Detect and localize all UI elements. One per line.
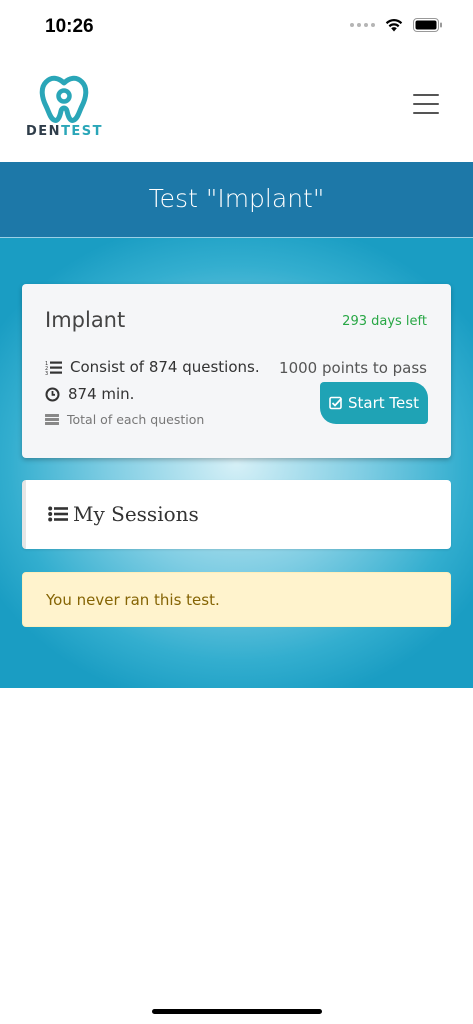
wifi-icon	[385, 18, 403, 32]
questions-row: 1 2 3 Consist of 874 questions.	[45, 358, 260, 376]
status-icons	[350, 18, 443, 32]
my-sessions-label: My Sessions	[73, 502, 199, 526]
test-name: Implant	[45, 308, 126, 332]
svg-text:3: 3	[45, 371, 48, 375]
my-sessions-card[interactable]: My Sessions	[22, 480, 451, 549]
total-text: Total of each question	[67, 412, 205, 427]
logo-text: DENTEST	[26, 124, 104, 139]
status-bar: 10:26	[0, 0, 473, 54]
hamburger-icon	[413, 94, 439, 96]
days-left-badge: 293 days left	[342, 314, 427, 329]
content-area: Implant 293 days left 1 2 3 Consist of 8…	[0, 238, 473, 688]
questions-text: Consist of 874 questions.	[70, 358, 260, 376]
start-test-button[interactable]: Start Test	[320, 382, 428, 424]
clock-icon	[45, 387, 60, 401]
never-ran-alert: You never ran this test.	[22, 572, 451, 627]
check-square-icon	[329, 396, 343, 410]
ordered-list-icon: 1 2 3	[45, 361, 62, 375]
duration-text: 874 min.	[68, 385, 135, 403]
home-indicator[interactable]	[152, 1009, 322, 1014]
battery-icon	[413, 18, 442, 32]
page-title: Test "Implant"	[148, 184, 325, 213]
hamburger-menu-button[interactable]	[413, 94, 439, 118]
server-icon	[45, 414, 59, 425]
list-icon	[48, 506, 68, 522]
signal-icon	[350, 23, 375, 27]
title-bar: Test "Implant"	[0, 162, 473, 238]
start-test-label: Start Test	[348, 394, 419, 412]
duration-row: 874 min.	[45, 385, 134, 403]
app-header: DENTEST	[0, 54, 473, 162]
alert-message: You never ran this test.	[46, 591, 220, 609]
dentest-logo[interactable]: DENTEST	[26, 74, 102, 144]
test-card: Implant 293 days left 1 2 3 Consist of 8…	[22, 284, 451, 458]
points-to-pass: 1000 points to pass	[279, 359, 427, 377]
status-time: 10:26	[45, 16, 94, 37]
tooth-logo-icon	[39, 75, 89, 123]
total-row: Total of each question	[45, 412, 204, 427]
my-sessions-title: My Sessions	[48, 502, 199, 526]
